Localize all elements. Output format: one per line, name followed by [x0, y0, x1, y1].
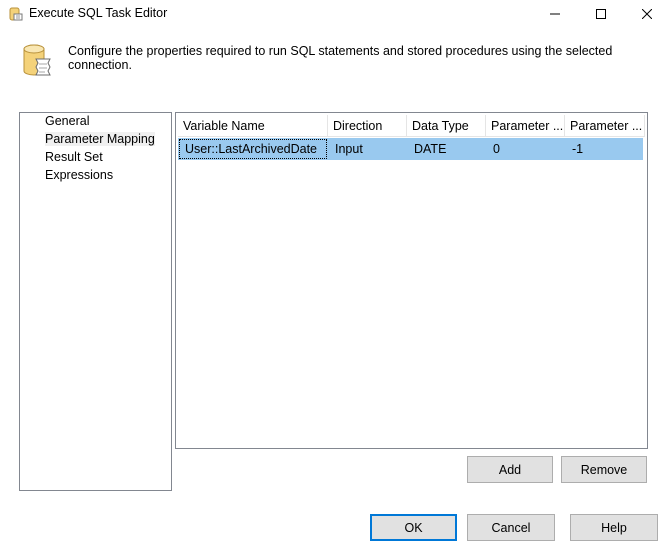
cell-parameter-name[interactable]: 0	[486, 138, 565, 160]
nav-item-general[interactable]: General	[45, 114, 89, 128]
column-header-variable-name[interactable]: Variable Name	[178, 115, 328, 137]
nav-item-parameter-mapping[interactable]: Parameter Mapping	[45, 132, 155, 146]
cell-direction[interactable]: Input	[328, 138, 407, 160]
column-header-parameter-size[interactable]: Parameter ...	[565, 115, 645, 137]
header-area: Configure the properties required to run…	[0, 28, 670, 108]
minimize-button[interactable]	[532, 0, 578, 28]
cancel-button[interactable]: Cancel	[467, 514, 555, 541]
window-title: Execute SQL Task Editor	[29, 6, 168, 20]
page-navigation-list[interactable]: General Parameter Mapping Result Set Exp…	[19, 112, 172, 491]
maximize-icon	[596, 9, 606, 19]
ok-button[interactable]: OK	[370, 514, 457, 541]
parameter-mapping-grid[interactable]: Variable Name Direction Data Type Parame…	[175, 112, 648, 449]
column-header-data-type[interactable]: Data Type	[407, 115, 486, 137]
remove-button[interactable]: Remove	[561, 456, 647, 483]
help-button[interactable]: Help	[570, 514, 658, 541]
table-row[interactable]: User::LastArchivedDate Input DATE 0 -1	[178, 138, 643, 160]
maximize-button[interactable]	[578, 0, 624, 28]
nav-item-result-set[interactable]: Result Set	[45, 150, 103, 164]
cell-parameter-size[interactable]: -1	[565, 138, 643, 160]
cell-data-type[interactable]: DATE	[407, 138, 486, 160]
cell-variable-name[interactable]: User::LastArchivedDate	[178, 138, 328, 160]
header-description: Configure the properties required to run…	[68, 44, 613, 72]
close-icon	[642, 9, 652, 19]
nav-item-expressions[interactable]: Expressions	[45, 168, 113, 182]
database-script-icon	[23, 44, 51, 76]
grid-header: Variable Name Direction Data Type Parame…	[178, 115, 645, 137]
column-header-parameter-name[interactable]: Parameter ...	[486, 115, 565, 137]
close-button[interactable]	[624, 0, 670, 28]
app-icon	[9, 7, 23, 21]
minimize-icon	[550, 13, 560, 15]
column-header-direction[interactable]: Direction	[328, 115, 407, 137]
title-bar: Execute SQL Task Editor	[0, 0, 670, 28]
add-button[interactable]: Add	[467, 456, 553, 483]
